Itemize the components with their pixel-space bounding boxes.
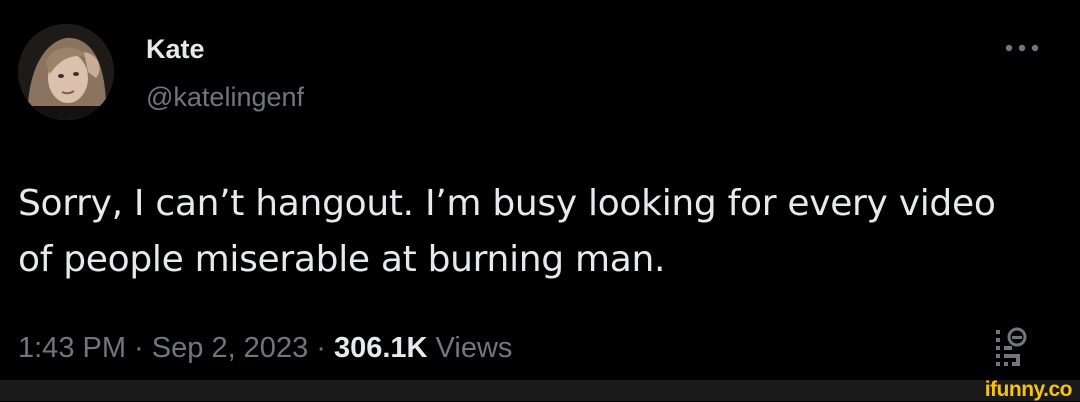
views-label: Views bbox=[427, 332, 513, 364]
meta-separator: · bbox=[126, 332, 152, 364]
footer-bar bbox=[0, 380, 1080, 401]
tweet-text-line-1: Sorry, I can’t hangout. I’m busy looking… bbox=[18, 183, 996, 224]
author-handle[interactable]: @katelingenf bbox=[146, 82, 304, 112]
tweet-card: Kate @katelingenf Sorry, I can’t hangout… bbox=[0, 0, 1080, 380]
more-options-icon[interactable] bbox=[1004, 40, 1040, 56]
tweet-meta: 1:43 PM · Sep 2, 2023 · 306.1K Views bbox=[18, 330, 512, 366]
views-count: 306.1K bbox=[333, 332, 428, 364]
tweet-text-line-2: of people miserable at burning man. bbox=[18, 239, 666, 280]
tweet-text: Sorry, I can’t hangout. I’m busy looking… bbox=[18, 176, 1058, 288]
meta-separator: · bbox=[308, 332, 334, 364]
tweet-time[interactable]: 1:43 PM bbox=[18, 332, 126, 364]
tweet-date[interactable]: Sep 2, 2023 bbox=[152, 332, 308, 364]
avatar-photo bbox=[18, 24, 114, 120]
avatar[interactable] bbox=[18, 24, 114, 120]
author-name[interactable]: Kate bbox=[146, 34, 205, 64]
ifunny-watermark: ifunny.co bbox=[984, 378, 1073, 401]
analytics-icon[interactable] bbox=[990, 326, 1030, 368]
